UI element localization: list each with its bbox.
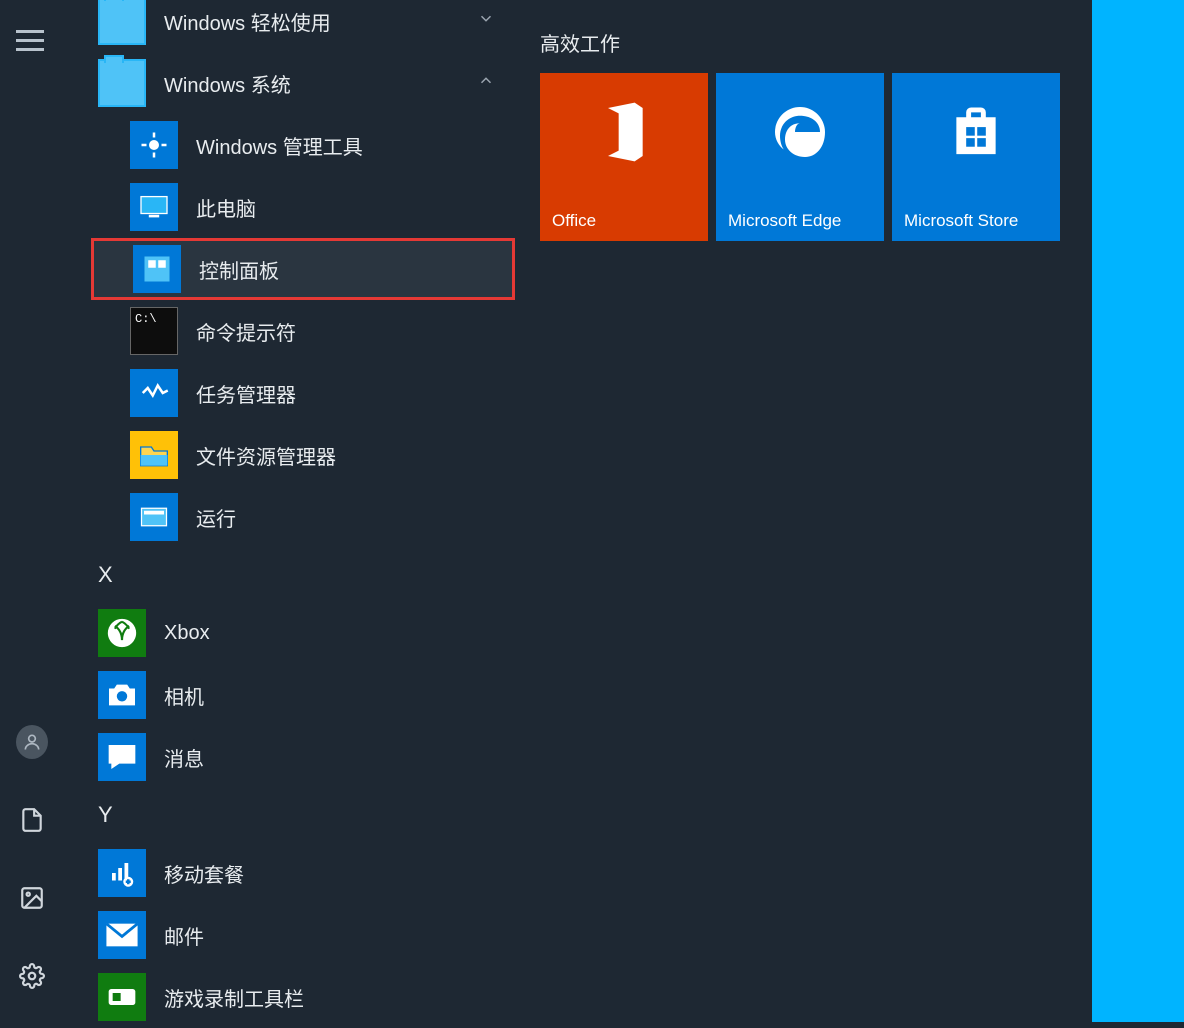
tile-label: Microsoft Store (892, 211, 1060, 241)
item-label: 命令提示符 (196, 317, 296, 346)
item-mail[interactable]: 邮件 (80, 904, 515, 966)
tile-label: Office (540, 211, 708, 241)
section-letter-x[interactable]: X (80, 548, 515, 602)
hamburger-menu[interactable] (16, 30, 48, 54)
tile-area: 高效工作 Office Microsoft Edge Microsoft Sto… (540, 28, 1060, 241)
user-account-icon[interactable] (16, 726, 48, 758)
item-control-panel[interactable]: 控制面板 (91, 238, 515, 300)
item-game-bar[interactable]: 游戏录制工具栏 (80, 966, 515, 1028)
item-messaging[interactable]: 消息 (80, 726, 515, 788)
folder-label: Windows 系统 (164, 69, 291, 98)
item-label: 文件资源管理器 (196, 441, 336, 470)
app-list: Windows 轻松使用 Windows 系统 Windows 管理工具 此电脑… (80, 0, 515, 1022)
item-xbox[interactable]: Xbox (80, 602, 515, 664)
item-label: 运行 (196, 503, 236, 532)
item-mobile-plans[interactable]: 移动套餐 (80, 842, 515, 904)
folder-windows-ease[interactable]: Windows 轻松使用 (80, 0, 515, 52)
item-label: 邮件 (164, 921, 204, 950)
tile-group-header[interactable]: 高效工作 (540, 28, 1060, 57)
item-label: 控制面板 (199, 255, 279, 284)
left-rail (0, 0, 64, 1022)
item-cmd[interactable]: C:\ 命令提示符 (96, 300, 515, 362)
folder-windows-system[interactable]: Windows 系统 (80, 52, 515, 114)
item-camera[interactable]: 相机 (80, 664, 515, 726)
item-run[interactable]: 运行 (96, 486, 515, 548)
item-label: 消息 (164, 743, 204, 772)
desktop-background (1092, 0, 1184, 1022)
item-file-explorer[interactable]: 文件资源管理器 (96, 424, 515, 486)
tile-office[interactable]: Office (540, 73, 708, 241)
tile-label: Microsoft Edge (716, 211, 884, 241)
item-label: 任务管理器 (196, 379, 296, 408)
item-label: Windows 管理工具 (196, 131, 363, 160)
documents-icon[interactable] (16, 804, 48, 836)
item-admin-tools[interactable]: Windows 管理工具 (96, 114, 515, 176)
chevron-down-icon (477, 10, 495, 33)
folder-label: Windows 轻松使用 (164, 7, 331, 36)
settings-icon[interactable] (16, 960, 48, 992)
tile-edge[interactable]: Microsoft Edge (716, 73, 884, 241)
item-label: 游戏录制工具栏 (164, 983, 304, 1012)
item-label: 移动套餐 (164, 859, 244, 888)
item-label: 相机 (164, 681, 204, 710)
section-letter-y[interactable]: Y (80, 788, 515, 842)
item-this-pc[interactable]: 此电脑 (96, 176, 515, 238)
item-label: 此电脑 (196, 193, 256, 222)
chevron-up-icon (477, 72, 495, 95)
pictures-icon[interactable] (16, 882, 48, 914)
item-label: Xbox (164, 622, 210, 645)
item-task-manager[interactable]: 任务管理器 (96, 362, 515, 424)
tile-store[interactable]: Microsoft Store (892, 73, 1060, 241)
